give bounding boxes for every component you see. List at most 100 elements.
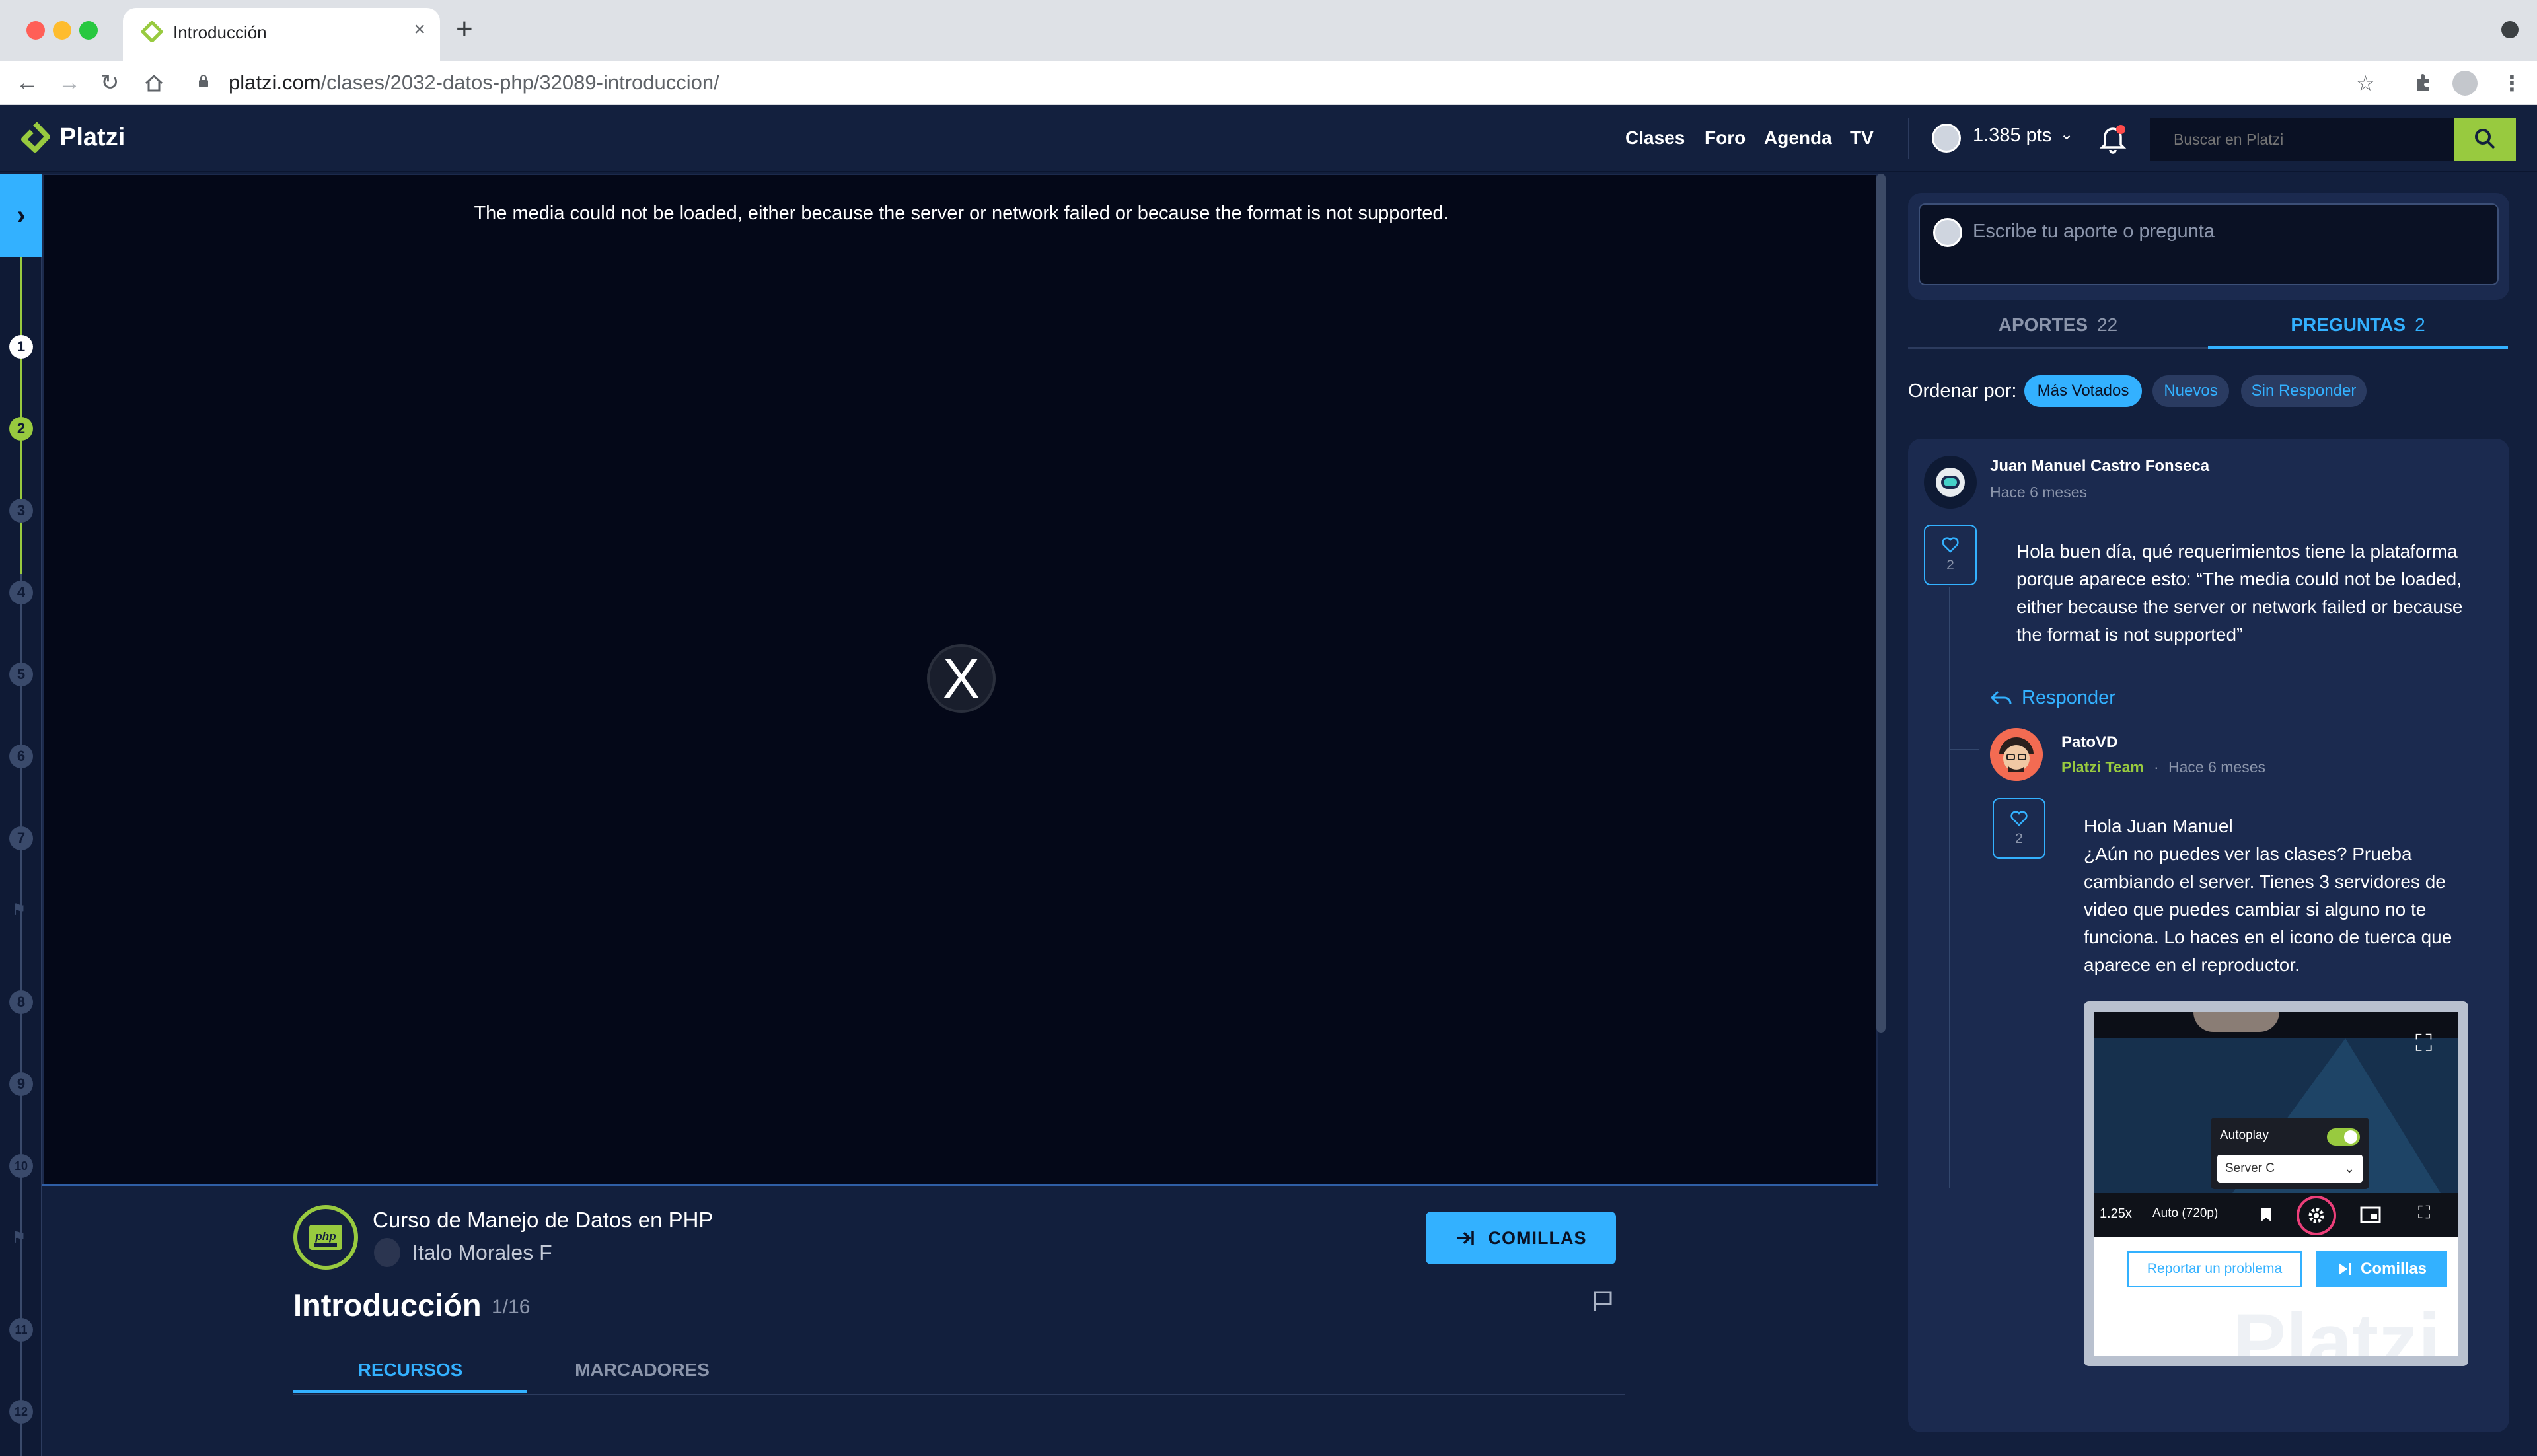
question-author[interactable]: Juan Manuel Castro Fonseca — [1990, 457, 2209, 476]
bookmark-star-icon[interactable]: ☆ — [2356, 71, 2375, 96]
expand-sidebar-button[interactable]: › — [0, 174, 42, 257]
media-error-message: The media could not be loaded, either be… — [474, 203, 1449, 224]
ask-placeholder: Escribe tu aporte o pregunta — [1973, 221, 2215, 242]
close-window-dot[interactable] — [26, 21, 45, 40]
nav-clases[interactable]: Clases — [1625, 127, 1685, 149]
rail-class-2[interactable]: 2 — [9, 417, 33, 441]
answer-greeting: Hola Juan Manuel — [2084, 816, 2233, 836]
reply-label: Responder — [2022, 687, 2115, 708]
screenshot-presenter — [2193, 1012, 2279, 1032]
comillas-label: COMILLAS — [1488, 1227, 1587, 1248]
chevron-down-icon[interactable]: ⌄ — [2060, 125, 2073, 144]
tab-marcadores[interactable]: MARCADORES — [543, 1360, 741, 1381]
server-option: Server C — [2225, 1161, 2275, 1175]
fullscreen-icon: ⛶ — [2415, 1029, 2433, 1056]
browser-tab[interactable]: Introducción × — [123, 8, 440, 61]
teacher-name[interactable]: Italo Morales F — [412, 1241, 552, 1265]
ask-question-input[interactable]: Escribe tu aporte o pregunta — [1919, 203, 2499, 285]
maximize-window-dot[interactable] — [79, 21, 98, 40]
question-author-avatar[interactable] — [1924, 456, 1977, 509]
tab-preguntas-count: 2 — [2415, 314, 2425, 335]
extensions-icon[interactable] — [2411, 72, 2434, 94]
tab-preguntas-underline — [2208, 346, 2508, 349]
svg-text:php: php — [314, 1230, 336, 1243]
tabs-divider — [293, 1394, 1625, 1395]
comillas-button[interactable]: COMILLAS — [1426, 1212, 1616, 1264]
rail-class-5[interactable]: 5 — [9, 663, 33, 686]
video-player[interactable]: The media could not be loaded, either be… — [42, 174, 1878, 1186]
rail-class-1[interactable]: 1 — [9, 335, 33, 359]
tab-search-icon[interactable] — [2501, 21, 2519, 38]
profile-icon[interactable] — [2452, 71, 2478, 96]
screenshot-settings-menu: Autoplay Server C ⌄ — [2211, 1118, 2369, 1189]
user-points[interactable]: 1.385 pts — [1973, 125, 2051, 147]
forward-icon[interactable]: → — [58, 69, 81, 96]
rail-class-11[interactable]: 11 — [9, 1318, 33, 1342]
highlight-circle — [2297, 1196, 2336, 1235]
tab-aportes-label: APORTES — [1998, 314, 2088, 335]
address-bar[interactable]: platzi.com/clases/2032-datos-php/32089-i… — [229, 69, 719, 96]
platzi-favicon-icon — [141, 21, 163, 42]
rail-class-8[interactable]: 8 — [9, 990, 33, 1014]
tab-aportes[interactable]: APORTES 22 — [1908, 314, 2208, 336]
reply-button[interactable]: Responder — [1990, 687, 2115, 709]
screenshot-footer: Platzi Reportar un problema Comillas — [2094, 1237, 2458, 1356]
chevron-down-icon: ⌄ — [2344, 1161, 2355, 1176]
new-tab-icon[interactable]: + — [456, 15, 473, 44]
answer-author[interactable]: PatoVD — [2061, 733, 2117, 752]
question-like-count: 2 — [1946, 558, 1954, 573]
tab-recursos[interactable]: RECURSOS — [293, 1360, 527, 1381]
browser-menu-icon[interactable]: ⋮ — [2501, 71, 2522, 96]
course-name[interactable]: Curso de Manejo de Datos en PHP — [373, 1208, 713, 1233]
reload-icon[interactable]: ↻ — [100, 69, 120, 96]
order-sin-responder[interactable]: Sin Responder — [2241, 375, 2367, 407]
heart-icon — [1942, 537, 1959, 553]
tab-aportes-underline — [1908, 347, 2208, 349]
nav-foro[interactable]: Foro — [1705, 127, 1746, 149]
rail-class-12[interactable]: 12 — [9, 1400, 33, 1424]
skip-next-icon — [2338, 1263, 2351, 1275]
answer-screenshot[interactable]: ⛶ Autoplay Server C ⌄ 1.25x Auto (720p) — [2084, 1001, 2468, 1366]
rail-class-4[interactable]: 4 — [9, 581, 33, 604]
user-avatar[interactable] — [1932, 124, 1961, 153]
toggle-knob — [2344, 1130, 2357, 1144]
order-mas-votados[interactable]: Más Votados — [2024, 375, 2142, 407]
rail-flag-icon[interactable]: ⚑ — [12, 1228, 26, 1247]
rail-class-6[interactable]: 6 — [9, 745, 33, 768]
tab-close-icon[interactable]: × — [414, 18, 425, 41]
astronaut-avatar-icon — [1936, 468, 1965, 497]
video-progress-bar[interactable] — [42, 1184, 1878, 1186]
platzi-logo[interactable]: Platzi — [20, 121, 125, 154]
home-icon[interactable] — [143, 72, 165, 94]
nav-tv[interactable]: TV — [1850, 127, 1874, 149]
question-text: Hola buen día, qué requerimientos tiene … — [2016, 541, 2463, 645]
answer-time: Hace 6 meses — [2168, 758, 2266, 776]
speed-label: 1.25x — [2100, 1206, 2132, 1221]
answer-author-avatar[interactable] — [1990, 728, 2043, 781]
tab-preguntas[interactable]: PREGUNTAS 2 — [2208, 314, 2508, 336]
picture-in-picture-icon — [2360, 1206, 2381, 1223]
server-select: Server C ⌄ — [2217, 1155, 2363, 1183]
lock-icon[interactable] — [198, 75, 209, 88]
minimize-window-dot[interactable] — [53, 21, 71, 40]
class-count: 1/16 — [492, 1296, 531, 1318]
rail-class-10[interactable]: 10 — [9, 1154, 33, 1178]
teacher-avatar — [374, 1238, 400, 1267]
rail-class-7[interactable]: 7 — [9, 826, 33, 850]
rail-flag-icon[interactable]: ⚑ — [12, 900, 26, 920]
course-badge[interactable]: php — [293, 1205, 358, 1270]
question-like-button[interactable]: 2 — [1924, 525, 1977, 585]
search-button[interactable] — [2454, 118, 2516, 161]
report-flag-icon[interactable] — [1591, 1290, 1615, 1313]
search-input[interactable] — [2150, 118, 2454, 161]
order-nuevos[interactable]: Nuevos — [2152, 375, 2229, 407]
rail-class-9[interactable]: 9 — [9, 1072, 33, 1096]
answer-separator: · — [2154, 758, 2159, 776]
rail-class-3[interactable]: 3 — [9, 499, 33, 523]
answer-like-button[interactable]: 2 — [1993, 798, 2045, 859]
php-course-icon: php — [309, 1225, 342, 1250]
nav-agenda[interactable]: Agenda — [1764, 127, 1832, 149]
bell-icon[interactable] — [2098, 124, 2127, 154]
page-scrollbar[interactable] — [1876, 174, 1886, 1033]
back-icon[interactable]: ← — [16, 69, 38, 96]
